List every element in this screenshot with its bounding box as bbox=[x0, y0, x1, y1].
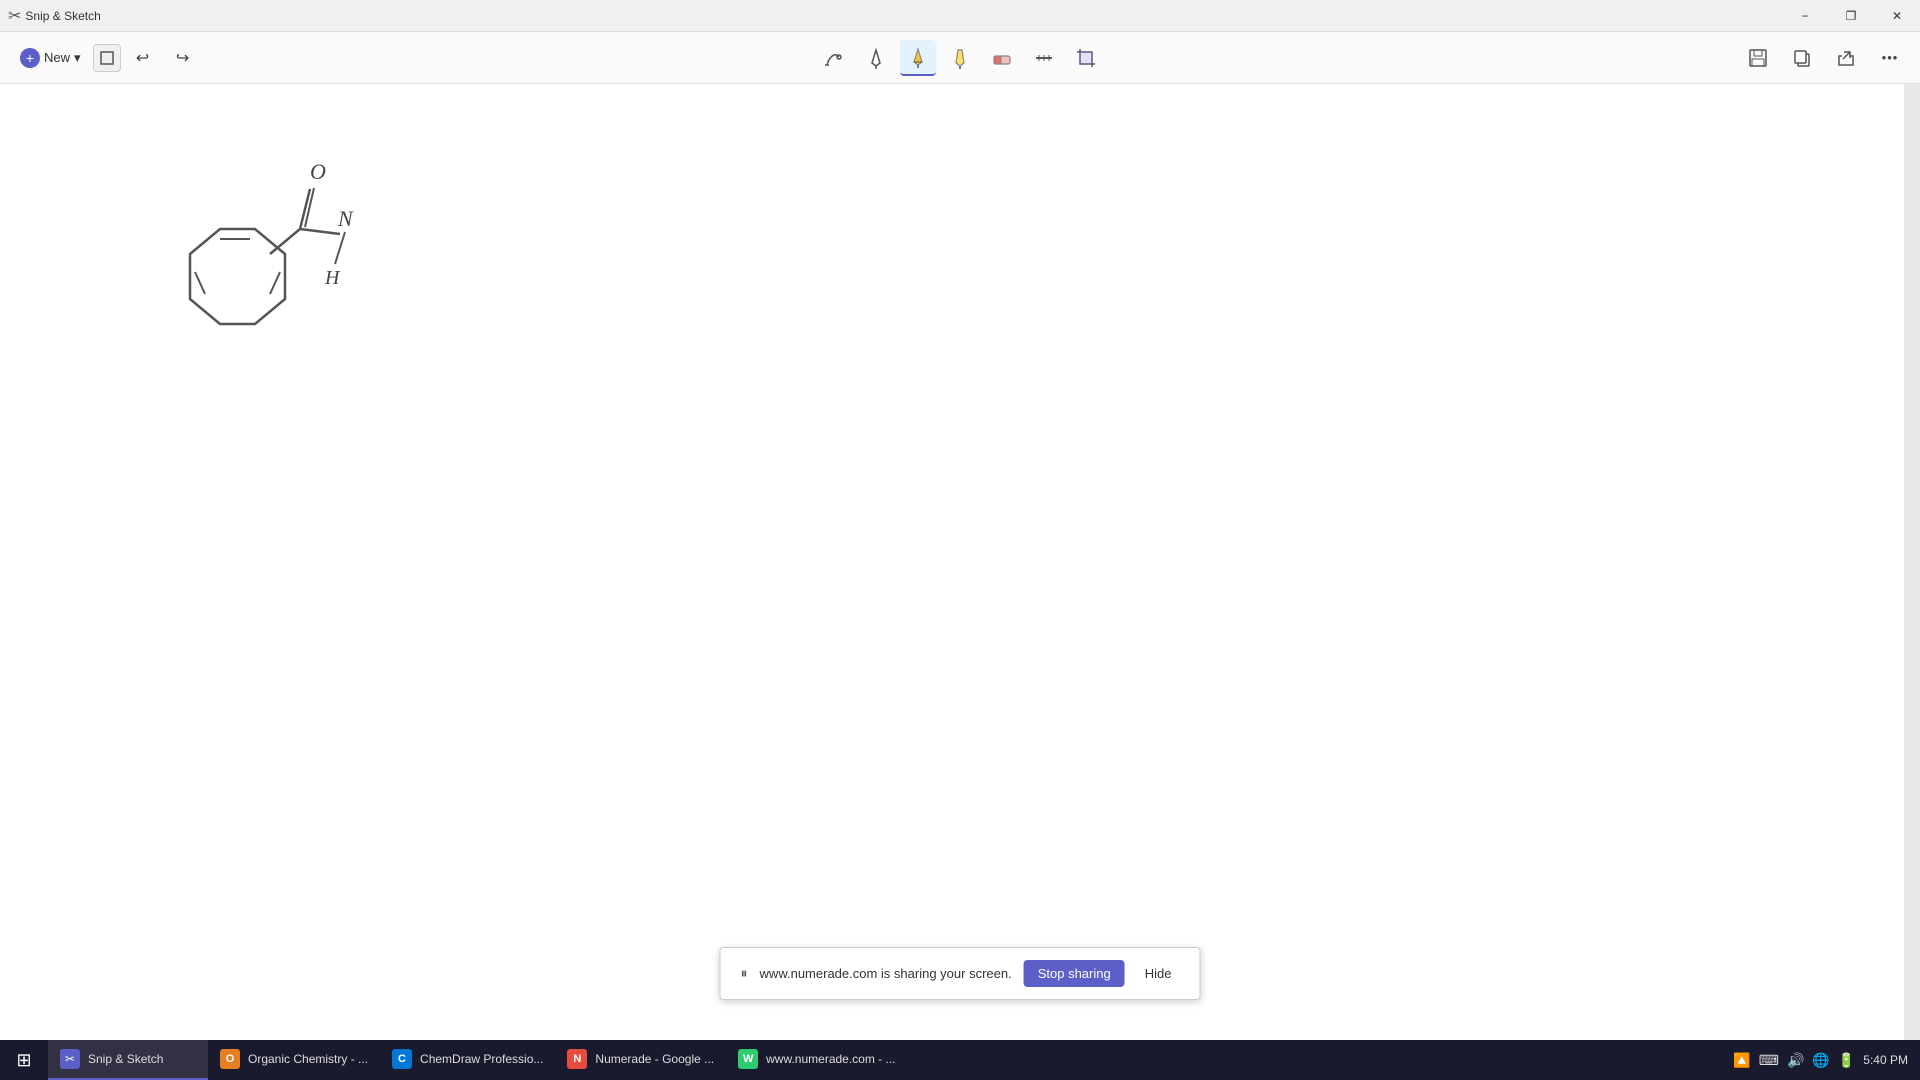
new-label: New bbox=[44, 50, 70, 65]
redo-icon: ↪ bbox=[176, 48, 189, 68]
start-button[interactable]: ⊞ bbox=[0, 1040, 48, 1080]
taskbar-time[interactable]: 5:40 PM bbox=[1863, 1053, 1908, 1067]
toolbar-right: ••• bbox=[1740, 40, 1908, 76]
window-controls: − ❐ ✕ bbox=[1782, 0, 1920, 32]
stop-sharing-button[interactable]: Stop sharing bbox=[1024, 960, 1125, 987]
ruler-button[interactable] bbox=[1026, 40, 1062, 76]
touch-writing-button[interactable] bbox=[816, 40, 852, 76]
highlighter-button[interactable] bbox=[942, 40, 978, 76]
numerade-www-icon: W bbox=[738, 1049, 758, 1069]
numerade-www-label: www.numerade.com - ... bbox=[766, 1052, 895, 1066]
title-bar: ✂ Snip & Sketch − ❐ ✕ bbox=[0, 0, 1920, 32]
new-dropdown-icon: ▾ bbox=[74, 50, 81, 66]
taskbar: ⊞ ✂ Snip & Sketch O Organic Chemistry - … bbox=[0, 1040, 1920, 1080]
snip-sketch-label: Snip & Sketch bbox=[88, 1052, 163, 1066]
chemdraw-icon: C bbox=[392, 1049, 412, 1069]
snip-sketch-icon: ✂ bbox=[60, 1049, 80, 1069]
crop-button[interactable] bbox=[1068, 40, 1104, 76]
new-button[interactable]: + New ▾ bbox=[12, 44, 89, 72]
sharing-notification: ⏸ www.numerade.com is sharing your scree… bbox=[720, 947, 1201, 1000]
taskbar-item-snip-sketch[interactable]: ✂ Snip & Sketch bbox=[48, 1040, 208, 1080]
rectangle-button[interactable] bbox=[93, 44, 121, 72]
eraser-button[interactable] bbox=[984, 40, 1020, 76]
redo-button[interactable]: ↪ bbox=[165, 40, 201, 76]
pencil-button[interactable] bbox=[900, 40, 936, 76]
share-button[interactable] bbox=[1828, 40, 1864, 76]
volume-icon[interactable]: 🔊 bbox=[1787, 1052, 1804, 1069]
taskbar-items: ✂ Snip & Sketch O Organic Chemistry - ..… bbox=[48, 1040, 908, 1080]
chemdraw-label: ChemDraw Professio... bbox=[420, 1052, 543, 1066]
restore-button[interactable]: ❐ bbox=[1828, 0, 1874, 32]
toolbar-left: + New ▾ ↩ ↪ bbox=[12, 40, 201, 76]
toolbar-center bbox=[816, 40, 1104, 76]
battery-icon[interactable]: 🔋 bbox=[1838, 1052, 1855, 1069]
chemical-drawing: O N H bbox=[140, 144, 420, 384]
undo-icon: ↩ bbox=[136, 48, 149, 68]
canvas-area[interactable]: O N H bbox=[0, 84, 1904, 1040]
numerade-icon: N bbox=[567, 1049, 587, 1069]
main-container: O N H bbox=[0, 84, 1920, 1040]
sharing-message: www.numerade.com is sharing your screen. bbox=[760, 966, 1012, 981]
close-button[interactable]: ✕ bbox=[1874, 0, 1920, 32]
minimize-button[interactable]: − bbox=[1782, 0, 1828, 32]
ballpoint-pen-button[interactable] bbox=[858, 40, 894, 76]
toolbar: + New ▾ ↩ ↪ bbox=[0, 32, 1920, 84]
taskbar-item-numerade-www[interactable]: W www.numerade.com - ... bbox=[726, 1040, 907, 1080]
more-icon: ••• bbox=[1882, 50, 1899, 65]
start-icon: ⊞ bbox=[16, 1050, 31, 1071]
undo-button[interactable]: ↩ bbox=[125, 40, 161, 76]
sharing-icon: ⏸ bbox=[741, 965, 748, 982]
more-options-button[interactable]: ••• bbox=[1872, 40, 1908, 76]
save-button[interactable] bbox=[1740, 40, 1776, 76]
taskbar-item-organic-chemistry[interactable]: O Organic Chemistry - ... bbox=[208, 1040, 380, 1080]
taskbar-right: 🔼 ⌨ 🔊 🌐 🔋 5:40 PM bbox=[1733, 1052, 1920, 1069]
svg-text:O: O bbox=[310, 159, 326, 184]
time-display: 5:40 PM bbox=[1863, 1053, 1908, 1067]
chevron-up-icon[interactable]: 🔼 bbox=[1733, 1052, 1750, 1069]
organic-chemistry-label: Organic Chemistry - ... bbox=[248, 1052, 368, 1066]
app-title: Snip & Sketch bbox=[25, 9, 100, 23]
scrollbar[interactable] bbox=[1904, 84, 1920, 1040]
svg-text:H: H bbox=[324, 267, 341, 289]
organic-chemistry-icon: O bbox=[220, 1049, 240, 1069]
new-icon: + bbox=[20, 48, 40, 68]
svg-text:N: N bbox=[337, 206, 354, 231]
keyboard-icon[interactable]: ⌨ bbox=[1759, 1052, 1779, 1069]
numerade-label: Numerade - Google ... bbox=[595, 1052, 714, 1066]
taskbar-item-chemdraw[interactable]: C ChemDraw Professio... bbox=[380, 1040, 555, 1080]
copy-button[interactable] bbox=[1784, 40, 1820, 76]
taskbar-item-numerade[interactable]: N Numerade - Google ... bbox=[555, 1040, 726, 1080]
hide-button[interactable]: Hide bbox=[1137, 960, 1180, 987]
network-icon[interactable]: 🌐 bbox=[1812, 1052, 1829, 1069]
app-icon: ✂ bbox=[8, 6, 21, 26]
